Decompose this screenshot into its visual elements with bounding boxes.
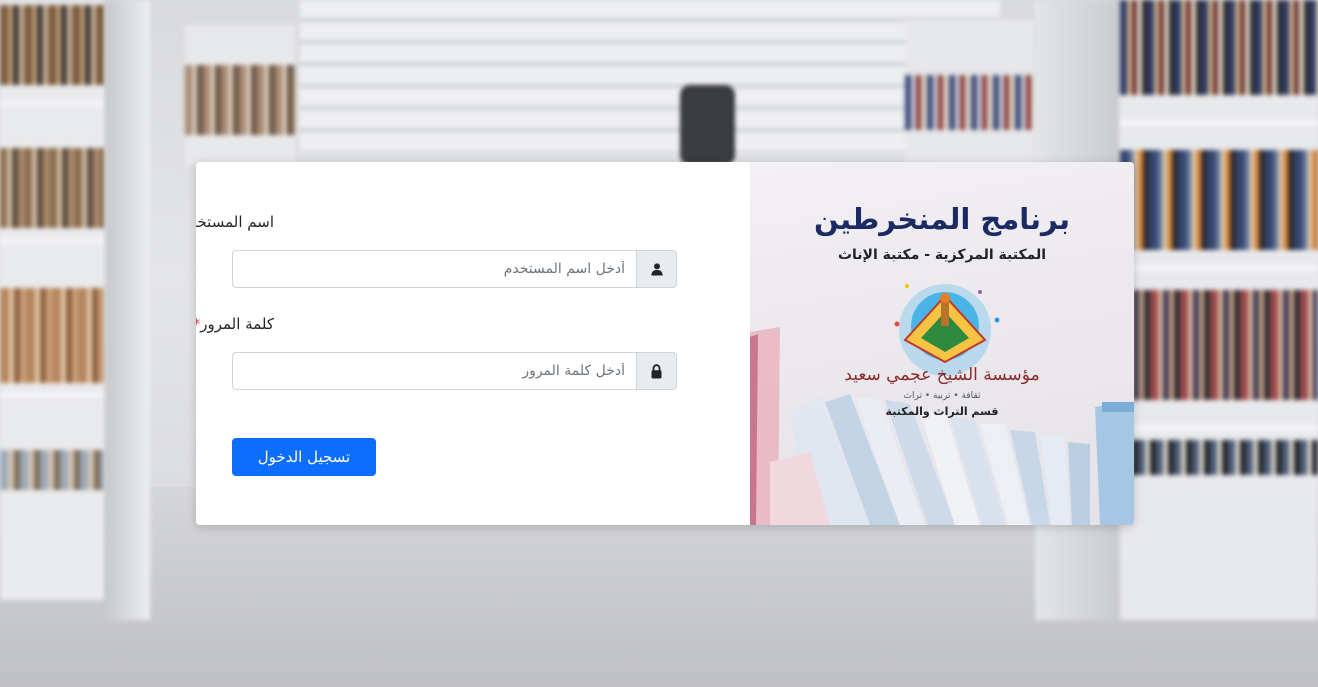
password-label-text: كلمة المرور (200, 315, 274, 333)
logo-tagline: ثقافة • تربية • تراث (903, 391, 981, 401)
background-ceiling (300, 0, 1000, 150)
program-title: برنامج المنخرطين (814, 202, 1070, 236)
background-shelf-right (1120, 0, 1318, 620)
login-form: اسم المستخدم* كلمة المرور* (196, 162, 750, 525)
password-field-group (232, 352, 677, 390)
username-input[interactable] (232, 250, 637, 288)
branding-image: برنامج المنخرطين المكتبة المركزية - مكتب… (750, 162, 1134, 525)
background-pillar-left (105, 0, 150, 620)
password-label: كلمة المرور* (196, 315, 274, 333)
password-input[interactable] (232, 352, 637, 390)
lock-icon (636, 352, 677, 390)
background-shelf-center-right (905, 20, 1035, 165)
program-subtitle: المكتبة المركزية - مكتبة الإناث (837, 247, 1047, 263)
logo-name: مؤسسة الشيخ عجمي سعيد (844, 365, 1040, 385)
background-shelf-left (0, 0, 105, 600)
username-label-text: اسم المستخدم (196, 213, 274, 231)
username-label: اسم المستخدم* (196, 213, 274, 231)
background-shelf-center-left (185, 25, 295, 165)
username-field-group (232, 250, 677, 288)
user-icon (636, 250, 677, 288)
login-button[interactable]: تسجيل الدخول (232, 438, 376, 476)
background-ladder (680, 85, 735, 165)
login-card: اسم المستخدم* كلمة المرور* (196, 162, 1134, 525)
logo-department: قسم التراث والمكتبة (885, 405, 999, 418)
